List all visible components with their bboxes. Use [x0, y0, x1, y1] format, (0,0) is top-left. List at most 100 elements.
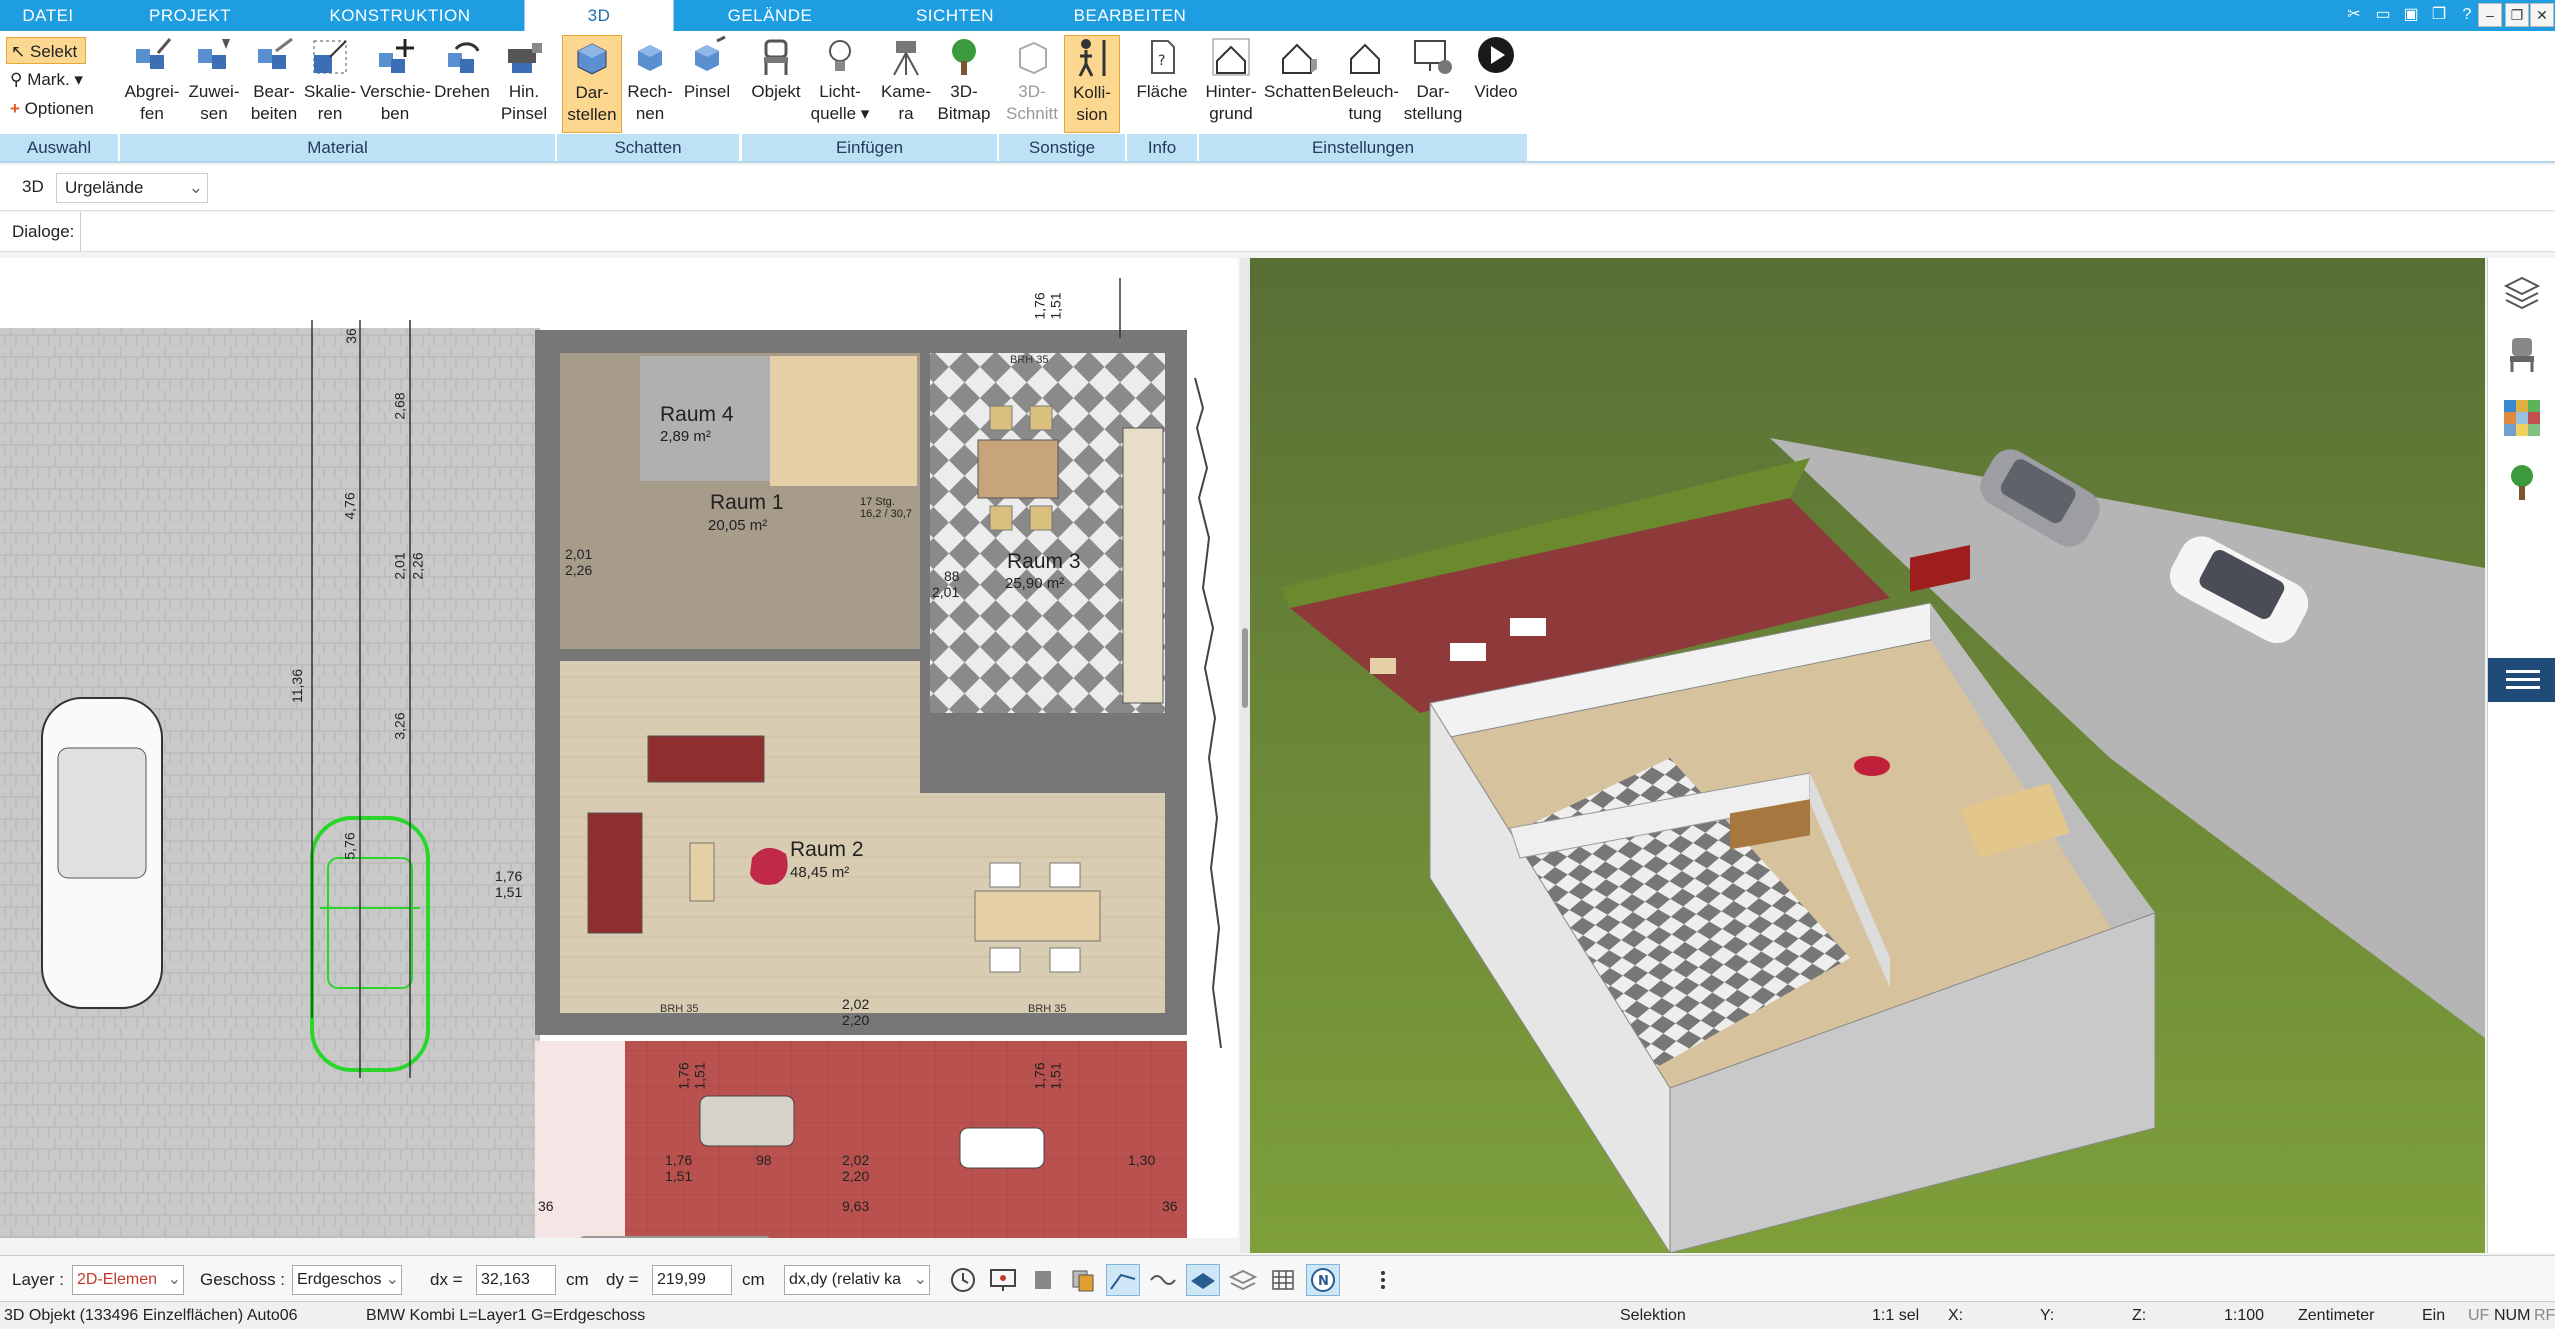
materials-palette-icon[interactable] — [2502, 398, 2542, 438]
objects-icon[interactable] — [1026, 1264, 1060, 1296]
zuweisen-button[interactable]: Zuwei- sen — [184, 35, 244, 125]
3d-scene-canvas[interactable] — [1250, 258, 2485, 1253]
bearbeiten-button[interactable]: Bear- beiten — [244, 35, 304, 125]
3d-bitmap-button[interactable]: 3D- Bitmap — [936, 35, 992, 125]
verschieben-button[interactable]: Verschie- ben — [360, 35, 431, 125]
plus-icon: + — [10, 99, 20, 118]
dy-input[interactable]: 219,99 — [652, 1265, 732, 1295]
copy-icon[interactable] — [1066, 1264, 1100, 1296]
layers-icon[interactable] — [2502, 272, 2542, 312]
floor-plan-canvas[interactable] — [0, 258, 1238, 1238]
3d-view[interactable] — [1250, 258, 2485, 1253]
calculate-shadow-icon — [638, 45, 662, 71]
clock-icon[interactable] — [946, 1264, 980, 1296]
flaeche-button[interactable]: ? Fläche — [1134, 35, 1190, 103]
hintergrund-button[interactable]: Hinter- grund — [1200, 35, 1262, 125]
window-icon[interactable]: ❐ — [2428, 4, 2450, 26]
side-table — [689, 842, 715, 902]
beleuchtung-button[interactable]: Beleuch- tung — [1332, 35, 1399, 125]
tab-projekt[interactable]: PROJEKT — [110, 0, 270, 31]
3d-bitmap-label: 3D- Bitmap — [937, 82, 991, 123]
scale-icon — [313, 40, 347, 74]
horizontal-scrollbar[interactable] — [580, 1236, 770, 1238]
status-rf: RF — [2534, 1307, 2555, 1324]
floor-plan-view[interactable]: Raum 4 2,89 m² Raum 1 20,05 m² 17 Stg. 1… — [0, 258, 1238, 1238]
dim-text: 1,76 — [1031, 292, 1048, 320]
more-options-icon[interactable] — [1366, 1264, 1400, 1296]
staircase — [770, 356, 917, 486]
north-compass-icon[interactable]: N — [1306, 1264, 1340, 1296]
screen-icon[interactable] — [986, 1264, 1020, 1296]
3d-schnitt-button[interactable]: 3D- Schnitt — [1004, 35, 1060, 125]
bearbeiten-label: Bear- beiten — [250, 82, 298, 123]
chair — [989, 862, 1021, 888]
kollision-button[interactable]: Kolli- sion — [1064, 35, 1120, 133]
brh-label: BRH 35 — [1010, 354, 1049, 366]
status-bar: 3D Objekt (133496 Einzelflächen) Auto06 … — [0, 1301, 2555, 1328]
layers-toggle-icon[interactable] — [1226, 1264, 1260, 1296]
dim-text: 36 — [1162, 1198, 1178, 1214]
dim-text: 2,01 — [932, 584, 960, 600]
dining-table-1 — [977, 439, 1059, 499]
dim-text: 3,26 — [391, 712, 408, 740]
kamera-button[interactable]: Kame- ra — [876, 35, 936, 125]
tab-3d[interactable]: 3D — [524, 0, 674, 31]
wave-icon[interactable] — [1146, 1264, 1180, 1296]
chair-catalog-icon[interactable] — [2502, 334, 2542, 374]
minimize-button[interactable]: – — [2478, 3, 2502, 27]
mark-button[interactable]: ⚲ Mark. ▾ — [6, 66, 106, 93]
dx-value: 32,163 — [481, 1271, 530, 1288]
restore-button[interactable]: ❐ — [2505, 3, 2529, 27]
folder-icon[interactable]: ▭ — [2372, 4, 2394, 26]
skalieren-button[interactable]: Skalie- ren — [300, 35, 360, 125]
assign-material-icon — [198, 39, 230, 69]
grid-icon[interactable] — [1266, 1264, 1300, 1296]
dim-text: 1,51 — [665, 1168, 693, 1184]
geschoss-select[interactable]: Erdgeschos ⌄ — [292, 1265, 402, 1295]
save-icon[interactable]: ▣ — [2400, 4, 2422, 26]
optionen-button[interactable]: + Optionen — [6, 95, 116, 122]
tree-icon — [952, 39, 976, 75]
close-button[interactable]: ✕ — [2530, 3, 2554, 27]
drehen-button[interactable]: Drehen — [432, 35, 492, 103]
3d-label: 3D — [22, 177, 44, 196]
plane-icon[interactable] — [1186, 1264, 1220, 1296]
layer-label: Layer : — [12, 1270, 64, 1289]
darstellen-button[interactable]: Dar- stellen — [562, 35, 622, 133]
dx-input[interactable]: 32,163 — [476, 1265, 556, 1295]
room-1-area: 20,05 m² — [708, 517, 768, 534]
dim-text: 1,76 — [665, 1152, 693, 1168]
einst-schatten-button[interactable]: Schatten — [1264, 35, 1331, 103]
pane-splitter[interactable] — [1240, 258, 1250, 1253]
plants-tree-icon[interactable] — [2502, 462, 2542, 502]
help-icon[interactable]: ? — [2456, 4, 2478, 26]
shadow-cube-icon — [577, 43, 607, 75]
coordinate-mode-select[interactable]: dx,dy (relativ ka ⌄ — [784, 1265, 930, 1295]
schatten-pinsel-button[interactable]: Pinsel — [680, 35, 734, 103]
tab-sichten[interactable]: SICHTEN — [880, 0, 1030, 31]
tools-icon[interactable]: ✂ — [2343, 4, 2365, 26]
tab-datei[interactable]: DATEI — [0, 0, 96, 31]
hin-pinsel-button[interactable]: Hin. Pinsel — [494, 35, 554, 125]
drehen-label: Drehen — [434, 82, 490, 101]
selekt-button[interactable]: ↖ Selekt — [6, 37, 86, 64]
tab-bearbeiten[interactable]: BEARBEITEN — [1040, 0, 1220, 31]
terrain-select[interactable]: Urgelände ⌄ — [56, 173, 208, 203]
dim-text: 2,68 — [391, 392, 408, 420]
hamburger-menu-button[interactable] — [2488, 658, 2555, 702]
lighting-house-icon — [1350, 43, 1380, 74]
layer-select[interactable]: 2D-Elemen ⌄ — [72, 1265, 184, 1295]
objekt-button[interactable]: Objekt — [748, 35, 804, 103]
move-icon — [379, 39, 414, 73]
tab-gelaende[interactable]: GELÄNDE — [690, 0, 850, 31]
video-button[interactable]: Video — [1468, 35, 1524, 103]
darstellung-button[interactable]: Dar- stellung — [1400, 35, 1466, 125]
splitter-handle[interactable] — [1242, 628, 1248, 708]
snap-mode-icon[interactable] — [1106, 1264, 1140, 1296]
tab-konstruktion[interactable]: KONSTRUKTION — [305, 0, 495, 31]
abgreifen-button[interactable]: Abgrei- fen — [122, 35, 182, 125]
lichtquelle-button[interactable]: Licht- quelle ▾ — [810, 35, 870, 125]
section-cut-icon — [1019, 41, 1047, 75]
brh-label: BRH 35 — [1028, 1003, 1067, 1015]
rechnen-button[interactable]: Rech- nen — [624, 35, 676, 125]
